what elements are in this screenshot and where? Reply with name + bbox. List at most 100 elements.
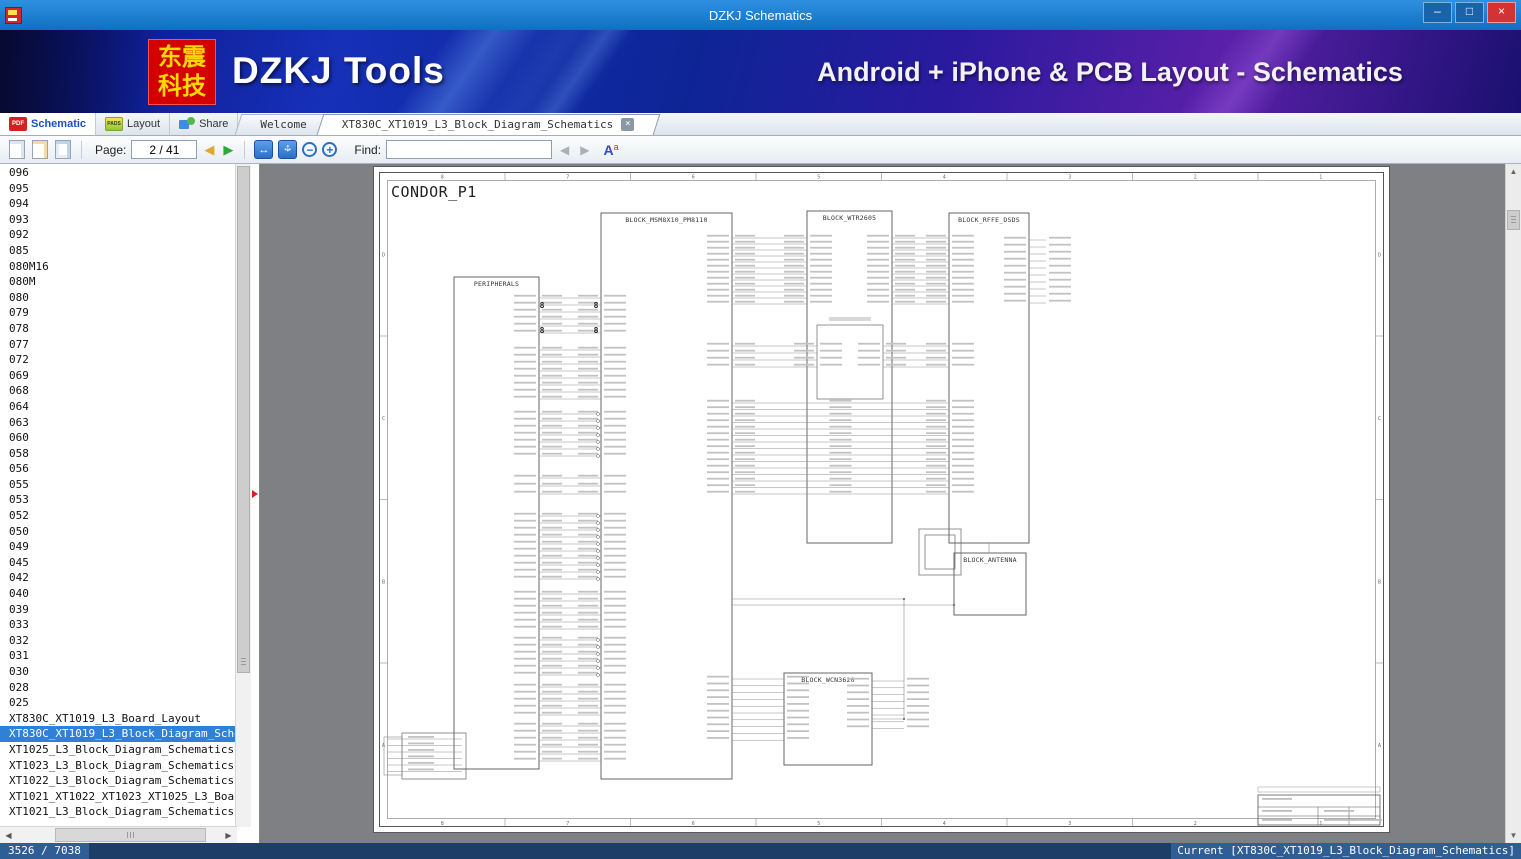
zoom-out-icon[interactable]: − — [302, 142, 318, 157]
sidebar-page-item[interactable]: 095 — [0, 181, 236, 197]
sidebar-file-item[interactable]: XT1023_L3_Block_Diagram_Schematics — [0, 758, 236, 774]
sidebar-collapse-arrow[interactable] — [252, 490, 258, 498]
scroll-left-icon[interactable]: ◀ — [0, 831, 17, 840]
sidebar-page-item[interactable]: 053 — [0, 492, 236, 508]
svg-text:BLOCK_WCN3620: BLOCK_WCN3620 — [801, 676, 854, 684]
share-icon — [179, 117, 196, 131]
facing-pages-view-icon[interactable] — [32, 140, 48, 159]
sidebar-page-item[interactable]: 032 — [0, 633, 236, 649]
minimize-button[interactable]: – — [1423, 2, 1452, 23]
schematic-page: CONDOR_P1 8 8 7 7 6 6 5 5 4 4 3 3 2 2 1 1 D D C C B B A A PERIPH… — [374, 167, 1389, 832]
svg-text:A: A — [382, 743, 385, 749]
sidebar-page-item[interactable]: 078 — [0, 321, 236, 337]
sidebar-page-item[interactable]: 072 — [0, 352, 236, 368]
sidebar-page-item[interactable]: 093 — [0, 212, 236, 228]
sidebar-page-item[interactable]: 064 — [0, 399, 236, 415]
svg-text:BLOCK_WTR2605: BLOCK_WTR2605 — [823, 214, 876, 222]
banner-tagline: Android + iPhone & PCB Layout - Schemati… — [817, 57, 1403, 87]
find-next-icon[interactable]: ▶ — [580, 143, 589, 157]
next-page-button[interactable]: ▶ — [223, 142, 233, 158]
sidebar-page-item[interactable]: 094 — [0, 196, 236, 212]
scroll-right-icon[interactable]: ▶ — [220, 831, 237, 840]
sidebar-page-item[interactable]: 063 — [0, 415, 236, 431]
sidebar-page-item[interactable]: 033 — [0, 617, 236, 633]
sidebar-page-item[interactable]: 068 — [0, 383, 236, 399]
sidebar-page-item[interactable]: 058 — [0, 446, 236, 462]
sidebar-file-item[interactable]: XT1025_L3_Block_Diagram_Schematics — [0, 742, 236, 758]
page-thumbnails-icon[interactable] — [55, 140, 71, 159]
svg-text:8: 8 — [441, 175, 444, 181]
doc-tab-welcome-label: Welcome — [260, 117, 307, 131]
sidebar-vertical-scrollbar[interactable] — [235, 164, 251, 827]
app-icon — [5, 6, 22, 24]
content-vertical-scrollbar[interactable]: ▲ ▼ — [1505, 164, 1521, 843]
single-page-view-icon[interactable] — [9, 140, 25, 159]
maximize-button[interactable]: □ — [1455, 2, 1484, 23]
svg-text:B: B — [382, 579, 385, 585]
scrollbar-track[interactable] — [17, 827, 220, 843]
sidebar-page-item[interactable]: 028 — [0, 680, 236, 696]
tab-share[interactable]: Share — [170, 113, 239, 135]
sidebar-page-item[interactable]: 042 — [0, 570, 236, 586]
sidebar-page-item[interactable]: 080M — [0, 274, 236, 290]
scrollbar-thumb[interactable] — [237, 166, 250, 673]
sidebar-page-item[interactable]: 030 — [0, 664, 236, 680]
find-input[interactable] — [386, 140, 553, 159]
sidebar-page-item[interactable]: 049 — [0, 539, 236, 555]
sidebar-file-item[interactable]: XT1021_L3_Block_Diagram_Schematics — [0, 804, 236, 820]
sidebar-page-item[interactable]: 077 — [0, 337, 236, 353]
doc-tab-welcome[interactable]: Welcome — [244, 113, 322, 135]
scroll-down-icon[interactable]: ▼ — [1506, 831, 1521, 840]
previous-page-button[interactable]: ◀ — [204, 142, 214, 158]
doc-tab-current[interactable]: XT830C_XT1019_L3_Block_Diagram_Schematic… — [326, 113, 651, 135]
sidebar-page-item[interactable]: 056 — [0, 461, 236, 477]
fit-width-icon[interactable]: ↔ — [254, 140, 274, 159]
schematic-drawing: 8 8 7 7 6 6 5 5 4 4 3 3 2 2 1 1 D D C C B B A A PERIPHERALS BLOCK… — [379, 172, 1384, 827]
sidebar-page-item[interactable]: 069 — [0, 368, 236, 384]
svg-text:D: D — [1378, 252, 1381, 258]
scroll-up-icon[interactable]: ▲ — [1506, 167, 1521, 176]
banner: 东震 科技 DZKJ Tools Android + iPhone & PCB … — [0, 30, 1521, 113]
sidebar-page-item[interactable]: 045 — [0, 555, 236, 571]
sidebar-page-item[interactable]: 050 — [0, 524, 236, 540]
zoom-in-icon[interactable]: + — [322, 142, 338, 157]
toolbar: Page: ◀ ▶ ↔ ↔↕ − + Find: ◀ ▶ Aa — [0, 136, 1521, 164]
svg-text:6: 6 — [692, 175, 695, 181]
sidebar-page-item[interactable]: 092 — [0, 227, 236, 243]
svg-text:8: 8 — [540, 301, 545, 310]
sidebar-page-item[interactable]: 079 — [0, 305, 236, 321]
sidebar-page-item[interactable]: 060 — [0, 430, 236, 446]
sidebar-page-item[interactable]: 025 — [0, 695, 236, 711]
sidebar-page-item[interactable]: 085 — [0, 243, 236, 259]
sidebar-horizontal-scrollbar[interactable]: ◀ ▶ — [0, 826, 237, 843]
font-size-icon[interactable]: Aa — [604, 142, 619, 158]
sidebar-page-item[interactable]: 096 — [0, 165, 236, 181]
scrollbar-thumb[interactable] — [55, 828, 206, 842]
sidebar-page-item[interactable]: 031 — [0, 648, 236, 664]
sidebar-page-item[interactable]: 055 — [0, 477, 236, 493]
fit-page-icon[interactable]: ↔ ↕ — [278, 140, 298, 159]
sidebar-page-item[interactable]: 080 — [0, 290, 236, 306]
scrollbar-thumb[interactable] — [1507, 210, 1520, 230]
sidebar-file-item[interactable]: XT1022_L3_Block_Diagram_Schematics — [0, 773, 236, 789]
sidebar-page-item[interactable]: 052 — [0, 508, 236, 524]
schematic-viewport[interactable]: CONDOR_P1 8 8 7 7 6 6 5 5 4 4 3 3 2 2 1 1 D D C C B B A A PERIPH… — [260, 164, 1521, 843]
sidebar-page-item[interactable]: 080M16 — [0, 259, 236, 275]
pdf-icon: PDF — [9, 117, 27, 131]
sidebar-file-item[interactable]: XT830C_XT1019_L3_Board_Layout — [0, 711, 236, 727]
svg-text:C: C — [1378, 416, 1381, 422]
find-previous-icon[interactable]: ◀ — [560, 143, 569, 157]
sidebar-file-item[interactable]: XT830C_XT1019_L3_Block_Diagram_Schemat — [0, 726, 236, 742]
svg-text:PERIPHERALS: PERIPHERALS — [474, 280, 519, 288]
find-label: Find: — [354, 142, 382, 157]
svg-text:4: 4 — [943, 175, 946, 181]
page-number-input[interactable] — [131, 140, 198, 159]
close-button[interactable]: × — [1487, 2, 1516, 23]
tab-layout[interactable]: PADS Layout — [96, 113, 171, 135]
sidebar-file-item[interactable]: XT1021_XT1022_XT1023_XT1025_L3_Board_L — [0, 789, 236, 805]
sidebar-page-item[interactable]: 039 — [0, 602, 236, 618]
tab-schematic[interactable]: PDF Schematic — [0, 113, 97, 135]
sidebar-page-item[interactable]: 040 — [0, 586, 236, 602]
tab-close-icon[interactable]: × — [621, 117, 635, 131]
tab-share-label: Share — [199, 118, 229, 130]
